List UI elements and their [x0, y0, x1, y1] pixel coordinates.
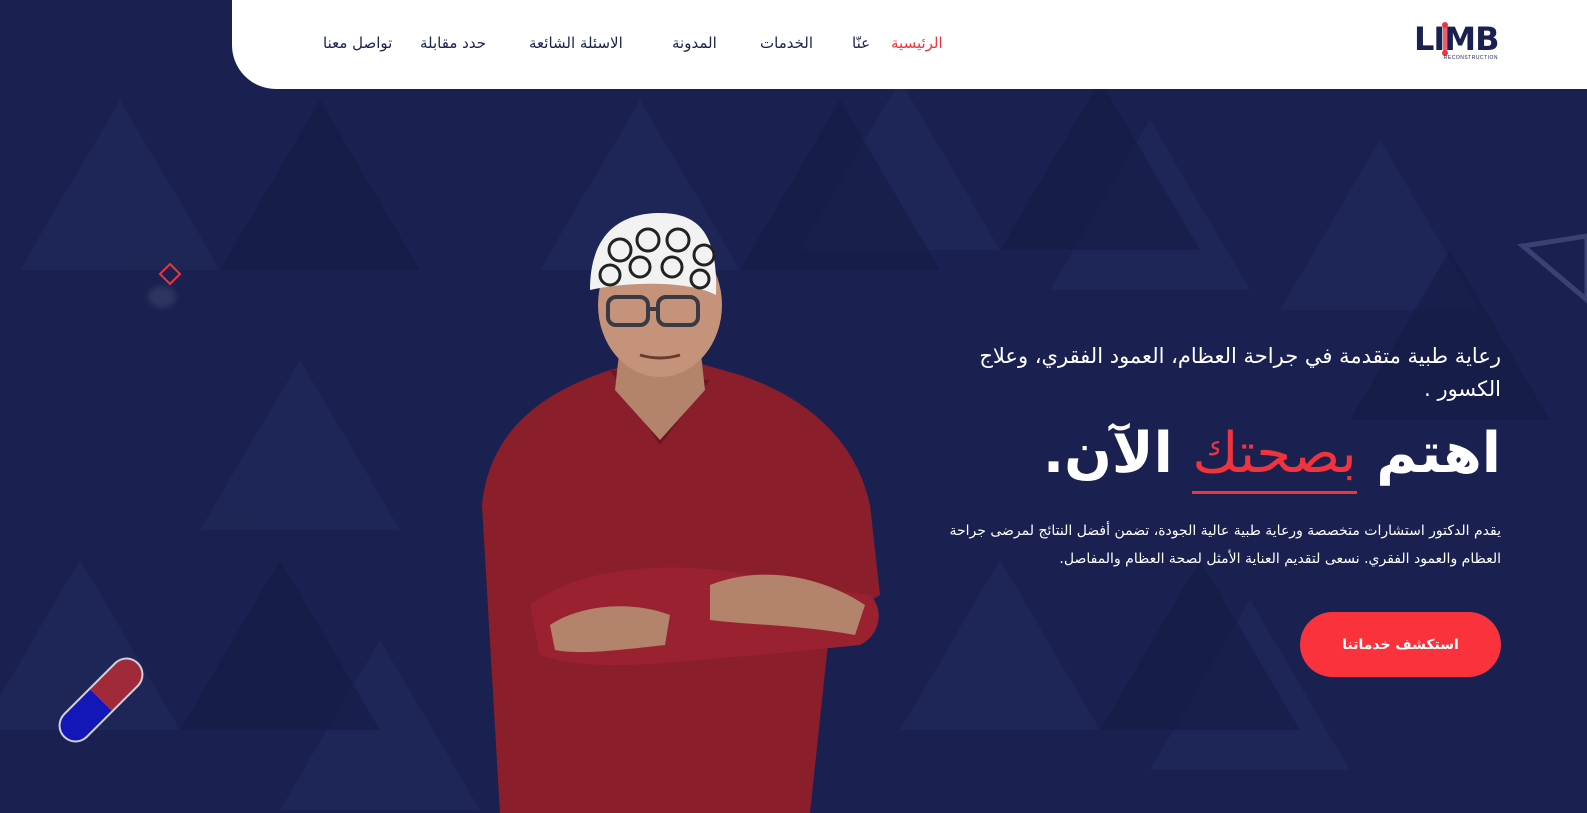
nav-item-about[interactable]: عنّا — [852, 33, 870, 53]
nav-item-contact[interactable]: تواصل معنا — [323, 33, 392, 53]
nav-item-blog[interactable]: المدونة — [672, 33, 717, 53]
headline-accent: بصحتك — [1192, 418, 1358, 494]
triangle-outline-icon — [1517, 233, 1587, 304]
doctor-photo — [482, 213, 880, 813]
diamond-outline-icon — [158, 262, 182, 286]
logo-subtext: RECONSTRUCTION — [1443, 55, 1498, 61]
decor-glow — [148, 286, 176, 308]
headline-end: الآن. — [1042, 421, 1193, 486]
nav-item-services[interactable]: الخدمات — [760, 33, 813, 53]
hero-description: يقدم الدكتور استشارات متخصصة ورعاية طبية… — [949, 523, 1501, 567]
logo-text: LIMB — [1414, 20, 1500, 58]
headline-start: اهتم — [1356, 421, 1501, 486]
nav-item-home[interactable]: الرئيسية — [891, 33, 943, 53]
logo[interactable]: LIMB RECONSTRUCTION — [1414, 20, 1500, 64]
explore-services-button[interactable]: استكشف خدماتنا — [1300, 612, 1501, 677]
nav-item-appointment[interactable]: حدد مقابلة — [420, 33, 486, 53]
hero-headline: اهتم بصحتك الآن. — [901, 418, 1501, 494]
hero-tagline: رعاية طبية متقدمة في جراحة العظام، العمو… — [979, 344, 1501, 401]
nav-item-faq[interactable]: الاسئلة الشائعة — [529, 33, 623, 53]
capsule-icon — [58, 657, 144, 743]
